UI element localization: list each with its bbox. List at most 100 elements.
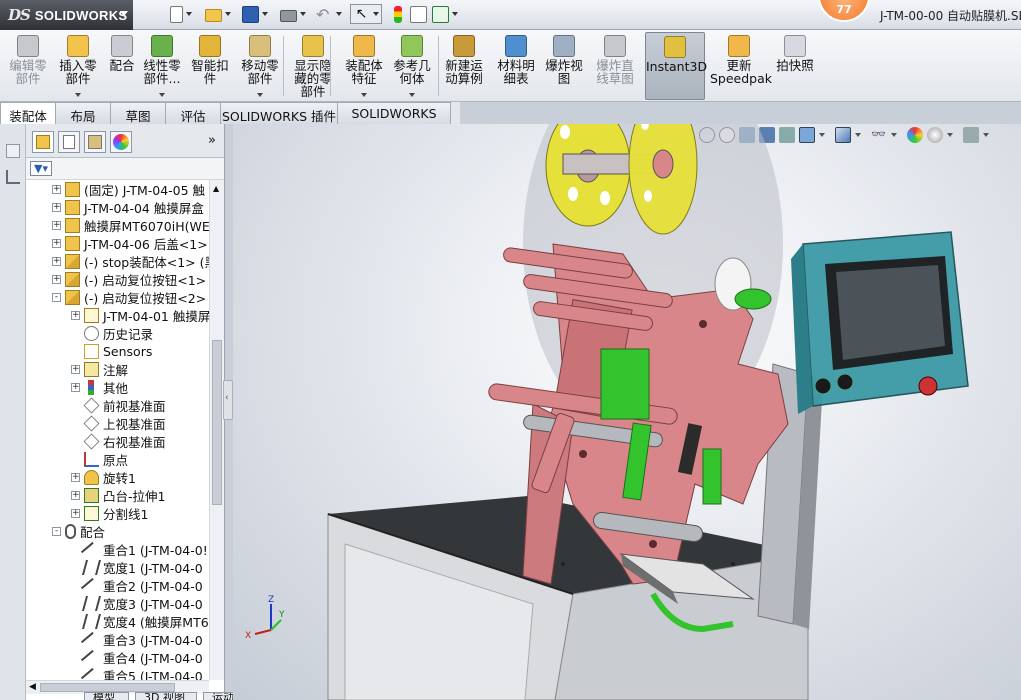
assembly-features-button[interactable]: 装配体 特征 bbox=[340, 32, 388, 100]
take-snapshot-button[interactable]: 拍快照 bbox=[772, 32, 818, 100]
scrollbar-thumb[interactable] bbox=[40, 683, 175, 692]
open-button[interactable] bbox=[205, 4, 231, 24]
tree-item[interactable]: + 旋转1 bbox=[71, 468, 136, 486]
instant3d-button[interactable]: Instant3D bbox=[645, 32, 707, 100]
exploded-view-button[interactable]: 爆炸视 图 bbox=[543, 32, 585, 100]
expand-icon[interactable]: + bbox=[52, 202, 61, 212]
collapse-icon[interactable]: - bbox=[52, 526, 61, 536]
model-tab-0[interactable]: 模型 bbox=[84, 692, 129, 700]
mate-button[interactable]: 配合 bbox=[102, 32, 142, 100]
expand-icon[interactable]: + bbox=[71, 382, 80, 392]
panel-splitter[interactable]: ‹ bbox=[223, 380, 233, 420]
insert-components-icon bbox=[67, 35, 89, 57]
expand-icon[interactable]: + bbox=[71, 472, 80, 482]
assembly-model[interactable]: Z X Y bbox=[233, 124, 1021, 700]
tree-item[interactable]: + J-TM-04-06 后盖<1> bbox=[52, 234, 208, 252]
tree-filter[interactable]: ▼▾ bbox=[26, 158, 224, 180]
expand-icon[interactable]: + bbox=[52, 274, 61, 284]
tree-item[interactable]: + 注解 bbox=[71, 360, 128, 378]
scrollbar-thumb[interactable] bbox=[212, 340, 222, 505]
display-pane-icon[interactable] bbox=[6, 144, 20, 158]
tab-1[interactable]: 布局 bbox=[55, 102, 111, 124]
save-button[interactable] bbox=[242, 4, 268, 24]
expand-icon[interactable]: + bbox=[71, 364, 80, 374]
tree-item[interactable]: 前视基准面 bbox=[71, 396, 166, 414]
tree-item[interactable]: 历史记录 bbox=[71, 324, 153, 342]
scroll-left-icon[interactable]: ◀ bbox=[29, 682, 36, 692]
tree-item[interactable]: Sensors bbox=[71, 342, 152, 360]
tree-item[interactable]: + J-TM-04-04 触摸屏盒 bbox=[52, 198, 204, 216]
tree-item[interactable]: + 触摸屏MT6070iH(WEI bbox=[52, 216, 211, 234]
linear-pattern-button[interactable]: 线性零 部件... bbox=[138, 32, 186, 100]
tree-item[interactable]: 右视基准面 bbox=[71, 432, 166, 450]
expand-panel-icon[interactable]: » bbox=[208, 133, 216, 148]
chevron-down-icon[interactable] bbox=[159, 93, 165, 97]
print-button[interactable] bbox=[280, 4, 306, 24]
property-manager-tab[interactable] bbox=[58, 131, 80, 153]
tree-item[interactable]: + 凸台-拉伸1 bbox=[71, 486, 165, 504]
tree-item[interactable]: + (-) 启动复位按钮<1> ( bbox=[52, 270, 211, 288]
explode-line-sketch-button[interactable]: 爆炸直 线草图 bbox=[592, 32, 638, 100]
model-tab-1[interactable]: 3D 视图 bbox=[135, 692, 197, 700]
sketch-icon[interactable] bbox=[6, 170, 20, 184]
tree-item[interactable]: + 其他 bbox=[71, 378, 128, 396]
tree-item[interactable]: + (固定) J-TM-04-05 触 bbox=[52, 180, 205, 198]
tree-item[interactable]: 重合3 (J-TM-04-0 bbox=[71, 630, 203, 653]
scroll-up-icon[interactable]: ▲ bbox=[213, 184, 219, 193]
tree-item[interactable]: + (-) stop装配体<1> (黑 bbox=[52, 252, 211, 270]
tree-vertical-scrollbar[interactable]: ▲ bbox=[209, 180, 224, 680]
undo-button[interactable]: ↶ bbox=[316, 4, 342, 24]
expand-icon[interactable]: + bbox=[52, 184, 61, 194]
tree-item[interactable]: 重合4 (J-TM-04-0 bbox=[71, 648, 203, 671]
chevron-down-icon[interactable] bbox=[75, 93, 81, 97]
update-speedpak-button[interactable]: 更新 Speedpak bbox=[710, 32, 772, 100]
tab-0[interactable]: 装配体 bbox=[0, 102, 56, 124]
rebuild-button[interactable] bbox=[390, 4, 406, 24]
chevron-down-icon[interactable] bbox=[409, 93, 415, 97]
options-button[interactable] bbox=[432, 4, 458, 24]
tree-item[interactable]: 宽度1 (J-TM-04-0 bbox=[71, 558, 203, 576]
tree-item-label: 上视基准面 bbox=[103, 416, 166, 432]
new-document-button[interactable] bbox=[170, 4, 192, 24]
smart-fasteners-button[interactable]: 智能扣 件 bbox=[188, 32, 232, 100]
tree-item[interactable]: 重合2 (J-TM-04-0 bbox=[71, 576, 203, 599]
move-component-button[interactable]: 移动零 部件 bbox=[236, 32, 284, 100]
expand-icon[interactable]: + bbox=[71, 490, 80, 500]
new-motion-study-button[interactable]: 新建运 动算例 bbox=[440, 32, 488, 100]
chevron-down-icon[interactable] bbox=[257, 93, 263, 97]
reference-geometry-button[interactable]: 参考几 何体 bbox=[389, 32, 435, 100]
feature-tree-tab[interactable] bbox=[32, 131, 54, 153]
tree-item[interactable]: 重合1 (J-TM-04-0! bbox=[71, 540, 208, 563]
tab-5[interactable]: SOLIDWORKS MBD bbox=[337, 102, 451, 136]
edit-component-button[interactable]: 编辑零 部件 bbox=[0, 32, 56, 100]
tree-item[interactable]: + 分割线1 bbox=[71, 504, 148, 522]
bom-button[interactable]: 材料明 细表 bbox=[493, 32, 539, 100]
expand-icon[interactable]: + bbox=[52, 238, 61, 248]
tree-item[interactable]: 宽度3 (J-TM-04-0 bbox=[71, 594, 203, 612]
display-manager-tab[interactable] bbox=[110, 131, 132, 153]
expand-icon[interactable]: + bbox=[52, 220, 61, 230]
tree-item[interactable]: 原点 bbox=[71, 450, 128, 468]
chevron-down-icon[interactable] bbox=[361, 93, 367, 97]
file-properties-button[interactable] bbox=[410, 4, 427, 24]
tab-2[interactable]: 草图 bbox=[110, 102, 166, 124]
tree-item[interactable]: - (-) 启动复位按钮<2> ( bbox=[52, 288, 211, 306]
tree-item[interactable]: - 配合 bbox=[52, 522, 105, 540]
notification-badge[interactable]: 77 bbox=[818, 0, 870, 22]
property-manager-icon bbox=[63, 135, 75, 149]
graphics-area[interactable]: 👓 Z X Y bbox=[233, 124, 1021, 700]
collapse-icon[interactable]: - bbox=[52, 292, 61, 302]
tree-item[interactable]: + J-TM-04-01 触摸屏 bbox=[71, 306, 210, 324]
expand-icon[interactable]: + bbox=[71, 310, 80, 320]
tab-4[interactable]: SOLIDWORKS 插件 bbox=[220, 102, 338, 124]
solidworks-menu-button[interactable]: DS SOLIDWORKS bbox=[0, 0, 133, 30]
tree-item-label: (-) 启动复位按钮<2> ( bbox=[84, 290, 211, 306]
expand-icon[interactable]: + bbox=[71, 508, 80, 518]
select-button[interactable]: ↖ bbox=[350, 4, 382, 24]
tree-item[interactable]: 上视基准面 bbox=[71, 414, 166, 432]
configuration-manager-tab[interactable] bbox=[84, 131, 106, 153]
expand-icon[interactable]: + bbox=[52, 256, 61, 266]
tree-item[interactable]: 宽度4 (触摸屏MT6 bbox=[71, 612, 209, 630]
insert-components-button[interactable]: 插入零 部件 bbox=[56, 32, 100, 100]
tab-3[interactable]: 评估 bbox=[165, 102, 221, 124]
